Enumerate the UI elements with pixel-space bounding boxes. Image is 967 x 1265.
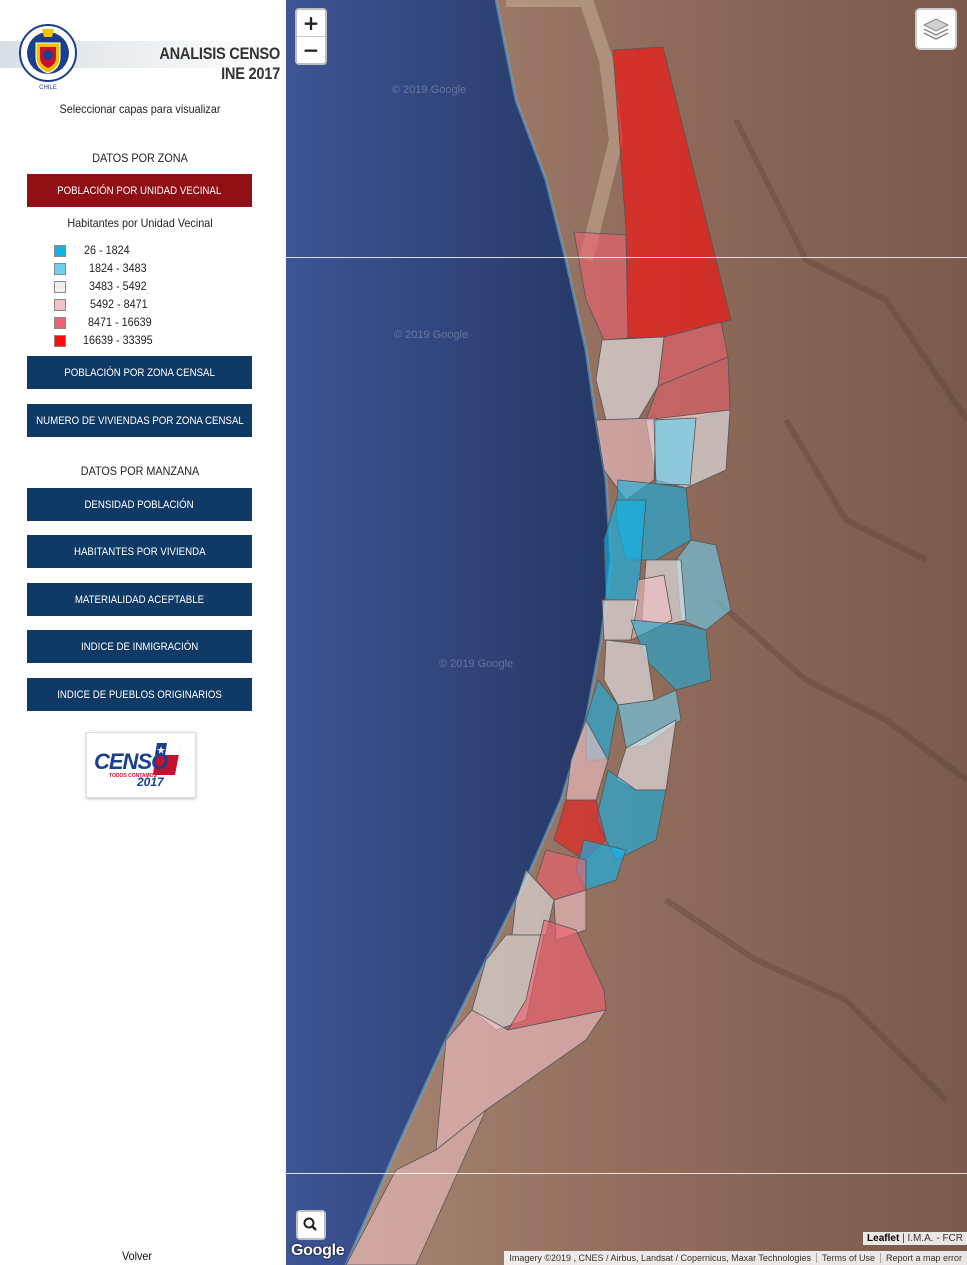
legend-title: Habitantes por Unidad Vecinal <box>67 216 213 230</box>
legend-swatch <box>54 245 66 257</box>
tile-seam <box>286 1173 967 1174</box>
map-attribution: Leaflet | I.M.A. - FCR <box>863 1232 967 1245</box>
legend-item: 1824 - 3483 <box>54 260 254 278</box>
button-label: POBLACIÓN POR UNIDAD VECINAL <box>57 184 222 197</box>
google-logo: Google <box>291 1242 345 1259</box>
population-legend: 26 - 1824 1824 - 3483 3483 - 5492 5492 -… <box>54 242 254 350</box>
pueblos-originarios-button[interactable]: INDICE DE PUEBLOS ORIGINARIOS <box>27 678 252 711</box>
legend-item: 26 - 1824 <box>54 242 254 260</box>
poblacion-zona-censal-button[interactable]: POBLACIÓN POR ZONA CENSAL <box>27 356 252 389</box>
zoom-out-button[interactable]: − <box>297 36 325 63</box>
leaflet-link[interactable]: Leaflet <box>867 1233 899 1244</box>
layers-button[interactable] <box>915 8 957 50</box>
attribution-text: | I.M.A. - FCR <box>902 1233 963 1244</box>
block-section-title: DATOS POR MANZANA <box>80 464 200 478</box>
legend-item: 3483 - 5492 <box>54 278 254 296</box>
google-watermark: © 2019 Google <box>439 658 514 670</box>
inmigracion-button[interactable]: INDICE DE INMIGRACIÓN <box>27 630 252 663</box>
densidad-poblacion-button[interactable]: DENSIDAD POBLACIÓN <box>27 488 252 521</box>
legend-label: 3483 - 5492 <box>89 279 147 293</box>
button-label: INDICE DE INMIGRACIÓN <box>80 640 199 653</box>
legend-swatch <box>54 263 66 275</box>
legend-swatch <box>54 299 66 311</box>
search-button[interactable] <box>296 1210 326 1240</box>
button-label: NUMERO DE VIVIENDAS POR ZONA CENSAL <box>35 414 244 427</box>
layer-prompt: Seleccionar capas para visualizar <box>59 102 221 116</box>
report-error-link[interactable]: Report a map error <box>879 1253 967 1263</box>
button-label: INDICE DE PUEBLOS ORIGINARIOS <box>57 688 222 701</box>
census-unit-polygon[interactable] <box>653 417 697 486</box>
terms-link[interactable]: Terms of Use <box>815 1253 880 1263</box>
google-watermark: © 2019 Google <box>392 84 467 96</box>
censo-year: 2017 <box>137 775 164 789</box>
button-label: MATERIALIDAD ACEPTABLE <box>74 593 205 606</box>
imagery-attribution-bar: Imagery ©2019 , CNES / Airbus, Landsat /… <box>504 1251 967 1265</box>
legend-label: 16639 - 33395 <box>83 333 153 347</box>
app-title: ANALISIS CENSO INE 2017 <box>159 44 280 83</box>
legend-item: 5492 - 8471 <box>54 296 254 314</box>
satellite-basemap <box>286 0 967 1265</box>
sidebar: CHILE ANALISIS CENSO INE 2017 Selecciona… <box>0 0 286 1265</box>
tile-seam <box>286 257 967 258</box>
poblacion-unidad-vecinal-button[interactable]: POBLACIÓN POR UNIDAD VECINAL <box>27 174 252 207</box>
google-watermark: © 2019 Google <box>394 329 469 341</box>
habitantes-vivienda-button[interactable]: HABITANTES POR VIVIENDA <box>27 535 252 568</box>
button-label: HABITANTES POR VIVIENDA <box>73 545 206 558</box>
imagery-credit: Imagery ©2019 , CNES / Airbus, Landsat /… <box>509 1253 811 1263</box>
zone-section-title: DATOS POR ZONA <box>92 151 188 165</box>
censo-2017-logo: CENSO TODOS CONTAMOS 2017 <box>86 732 196 798</box>
button-label: DENSIDAD POBLACIÓN <box>84 498 195 511</box>
legend-swatch <box>54 281 66 293</box>
legend-item: 8471 - 16639 <box>54 314 254 332</box>
legend-label: 26 - 1824 <box>84 243 130 257</box>
legend-swatch <box>54 335 66 347</box>
button-label: POBLACIÓN POR ZONA CENSAL <box>64 366 215 379</box>
legend-swatch <box>54 317 66 329</box>
back-link[interactable]: Volver <box>14 1249 261 1263</box>
zoom-control: + − <box>295 8 327 65</box>
legend-label: 5492 - 8471 <box>90 297 148 311</box>
search-icon <box>303 1217 317 1231</box>
layers-icon <box>922 18 950 40</box>
censo-word: CENSO <box>94 749 168 774</box>
municipal-crest-logo: CHILE <box>19 24 77 91</box>
legend-item: 16639 - 33395 <box>54 332 254 350</box>
map-view[interactable]: © 2019 Google © 2019 Google © 2019 Googl… <box>286 0 967 1265</box>
viviendas-zona-censal-button[interactable]: NUMERO DE VIVIENDAS POR ZONA CENSAL <box>27 404 252 437</box>
legend-label: 1824 - 3483 <box>89 261 147 275</box>
logo-country-text: CHILE <box>39 85 57 91</box>
materialidad-button[interactable]: MATERIALIDAD ACEPTABLE <box>27 583 252 616</box>
zoom-in-button[interactable]: + <box>297 10 325 36</box>
legend-label: 8471 - 16639 <box>88 315 152 329</box>
